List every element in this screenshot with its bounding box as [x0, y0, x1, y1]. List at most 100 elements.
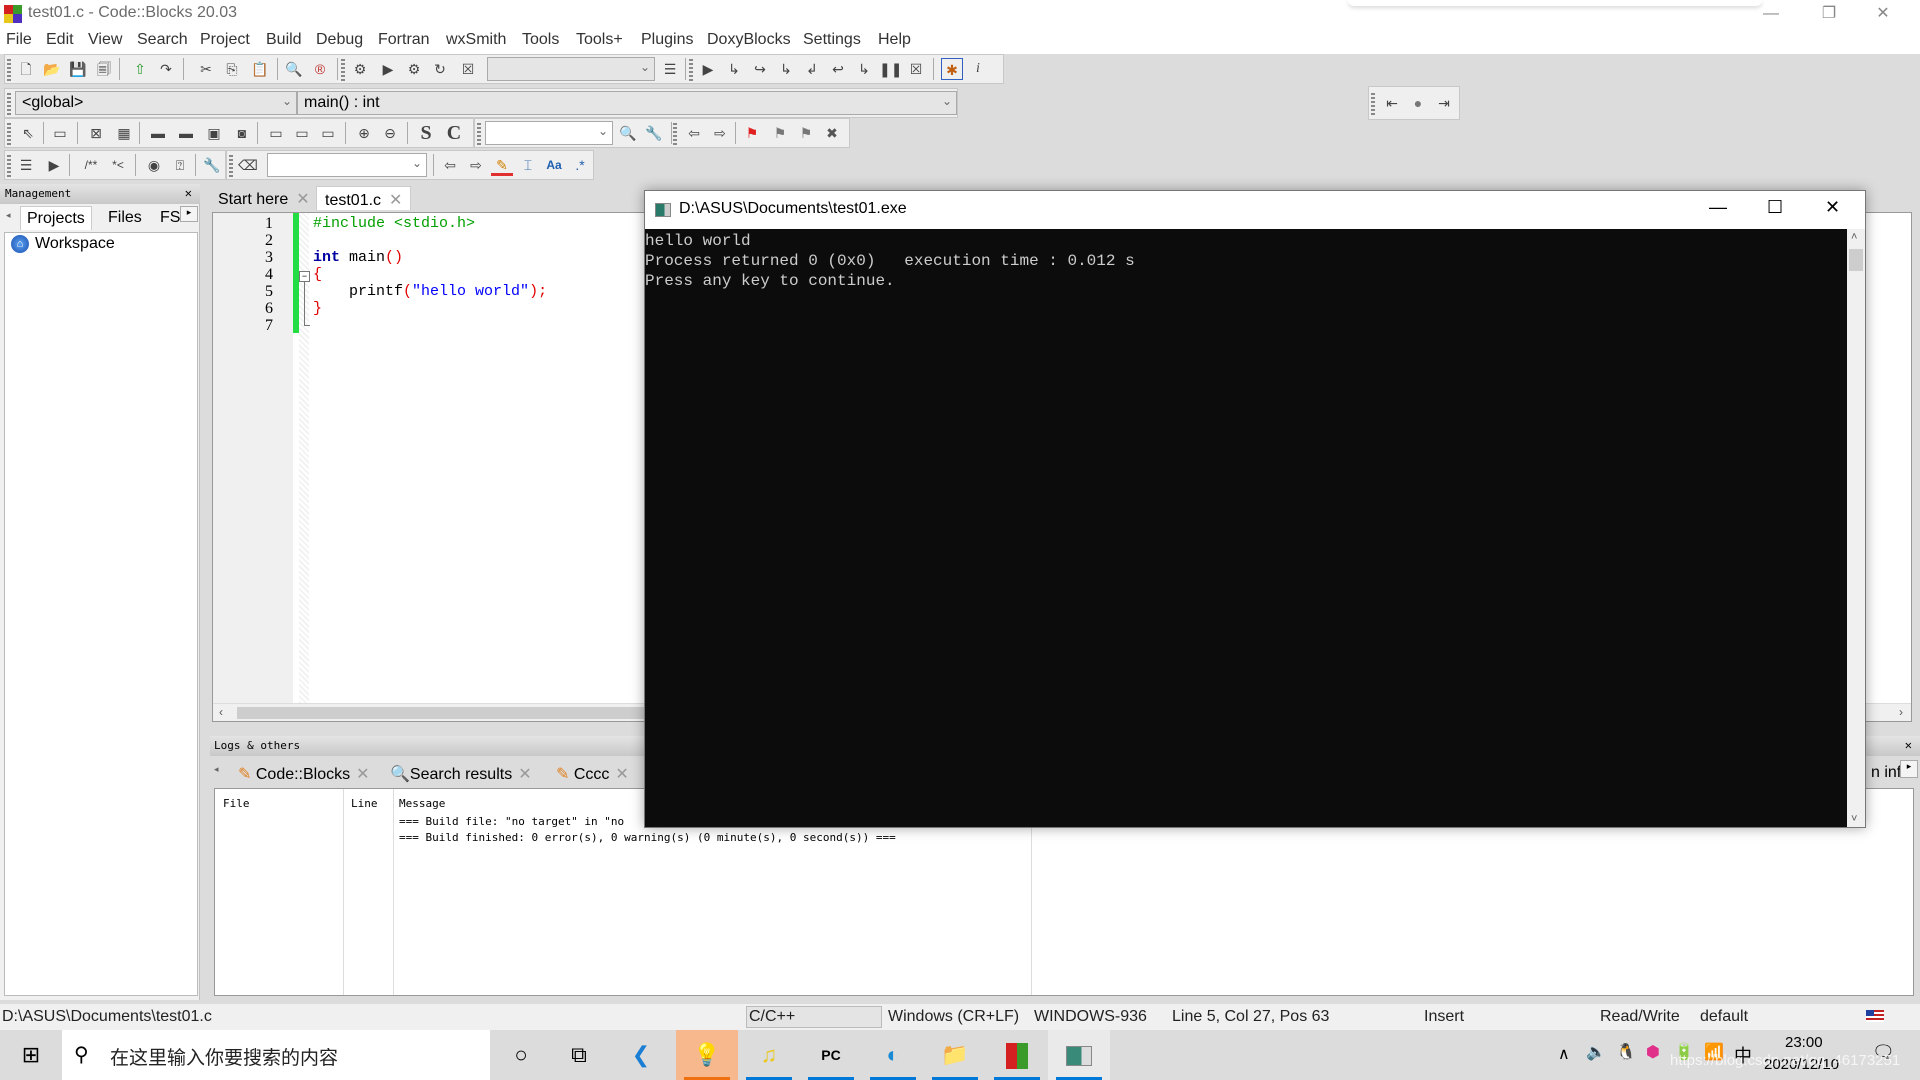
fold-collapse-icon[interactable]: − — [299, 271, 310, 282]
toolbar-grip[interactable] — [477, 123, 481, 145]
menu-file[interactable]: File — [6, 31, 32, 49]
build-gear-icon[interactable]: ⚙ — [349, 58, 371, 80]
jump-marker-icon[interactable]: ● — [1407, 92, 1429, 114]
arrow-left-icon[interactable]: ⇦ — [683, 122, 705, 144]
grid-sizer-icon[interactable]: ▦ — [113, 122, 135, 144]
target-options-icon[interactable]: ☰ — [659, 58, 681, 80]
doxywizard-icon[interactable]: ☰ — [15, 154, 37, 176]
tab-codeblocks-log[interactable]: ✎ Code::Blocks ✕ — [232, 760, 376, 786]
new-file-icon[interactable]: 🗋 — [15, 58, 37, 80]
close-tab-icon[interactable]: ✕ — [518, 766, 531, 783]
stop-debugger-icon[interactable]: ☒ — [905, 58, 927, 80]
menu-debug[interactable]: Debug — [316, 31, 363, 49]
minimize-button[interactable]: — — [1748, 0, 1794, 28]
pycharm-icon[interactable]: PC — [800, 1030, 862, 1080]
scroll-down-icon[interactable]: ˅ — [1851, 813, 1857, 825]
undo-icon[interactable]: ⇧ — [129, 58, 151, 80]
next-instruction-icon[interactable]: ↳ — [775, 58, 797, 80]
build-and-run-icon[interactable]: ⚙ — [403, 58, 425, 80]
border-left-icon[interactable]: ▭ — [291, 122, 313, 144]
config-wrench-icon[interactable]: 🔧 — [201, 154, 223, 176]
taskbar-search-box[interactable]: ⚲ 在这里输入你要搜索的内容 — [62, 1030, 490, 1080]
code-line[interactable]: #include <stdio.h> — [313, 215, 475, 232]
prev-bookmark-icon[interactable]: ⚑ — [769, 122, 791, 144]
search-next-icon[interactable]: ⇨ — [465, 154, 487, 176]
save-icon[interactable]: 💾 — [67, 58, 89, 80]
replace-icon[interactable]: ® — [309, 58, 331, 80]
menu-tools[interactable]: Tools — [522, 31, 559, 49]
close-tab-icon[interactable]: ✕ — [356, 766, 369, 783]
vscode-icon[interactable]: ❮ — [610, 1030, 672, 1080]
edge-browser-icon[interactable]: ◐ — [862, 1030, 924, 1080]
menu-fortran[interactable]: Fortran — [378, 31, 430, 49]
pointer-icon[interactable]: ⇖ — [17, 122, 39, 144]
debugging-windows-icon[interactable]: ✱ — [941, 58, 963, 80]
incremental-search-combo[interactable]: ⌄ — [267, 153, 427, 177]
highlight-icon[interactable]: ✎ — [491, 154, 513, 176]
restore-button[interactable]: ❐ — [1806, 0, 1852, 28]
tab-scroll-right-icon[interactable]: ▸ — [180, 206, 198, 222]
toolbar-grip[interactable] — [7, 93, 11, 115]
tab-files[interactable]: Files — [102, 206, 148, 230]
border-both-icon[interactable]: ▭ — [317, 122, 339, 144]
debug-start-icon[interactable]: ▶ — [697, 58, 719, 80]
idea-bulb-icon[interactable]: 💡 — [676, 1030, 738, 1080]
next-line-icon[interactable]: ↪ — [749, 58, 771, 80]
show-code-icon[interactable]: C — [443, 122, 465, 144]
column-header-message[interactable]: Message — [399, 797, 445, 810]
close-tab-icon[interactable]: ✕ — [296, 191, 309, 208]
jump-back-icon[interactable]: ⇤ — [1381, 92, 1403, 114]
tab-start-here[interactable]: Start here ✕ — [210, 186, 318, 210]
tab-partial[interactable]: n info — [1865, 760, 1905, 786]
extract-icon[interactable]: ▶ — [43, 154, 65, 176]
tree-item-workspace[interactable]: ⌂ Workspace — [11, 235, 115, 253]
code-line[interactable]: { — [313, 266, 322, 283]
step-into-icon[interactable]: ↲ — [801, 58, 823, 80]
redo-icon[interactable]: ↷ — [155, 58, 177, 80]
find-in-files-icon[interactable]: 🔍 — [617, 122, 639, 144]
menu-tools-plus[interactable]: Tools+ — [576, 31, 623, 49]
close-tab-icon[interactable]: ✕ — [389, 192, 402, 209]
tab-scroll-left-icon[interactable]: ◂ — [6, 210, 11, 221]
align-center-icon[interactable]: ▣ — [203, 122, 225, 144]
codeblocks-taskbar-icon[interactable] — [986, 1030, 1048, 1080]
run-html-icon[interactable]: ◉ — [143, 154, 165, 176]
scroll-right-icon[interactable]: › — [1899, 705, 1903, 719]
tab-search-results[interactable]: 🔍Search results ✕ — [384, 760, 538, 786]
regex-icon[interactable]: .* — [569, 154, 591, 176]
toolbar-grip[interactable] — [1371, 93, 1375, 115]
menu-project[interactable]: Project — [200, 31, 250, 49]
close-icon[interactable]: ✕ — [1905, 738, 1912, 752]
run-chm-icon[interactable]: ⍰ — [169, 154, 191, 176]
next-bookmark-icon[interactable]: ⚑ — [795, 122, 817, 144]
console-maximize-button[interactable]: ☐ — [1767, 197, 1783, 218]
copy-icon[interactable]: ⎘ — [221, 58, 243, 80]
search-prev-icon[interactable]: ⇦ — [439, 154, 461, 176]
console-close-button[interactable]: ✕ — [1825, 197, 1840, 218]
code-line[interactable]: int main() — [313, 249, 403, 266]
jump-forward-icon[interactable]: ⇥ — [1433, 92, 1455, 114]
windows-start-icon[interactable]: ⊞ — [0, 1030, 62, 1080]
volume-icon[interactable]: 🔈 — [1586, 1042, 1606, 1062]
run-to-cursor-icon[interactable]: ↳ — [723, 58, 745, 80]
toolbar-grip[interactable] — [7, 155, 11, 177]
file-explorer-icon[interactable]: 📁 — [924, 1030, 986, 1080]
toolbar-grip[interactable] — [341, 59, 345, 81]
app-tray-icon[interactable]: ⬢ — [1646, 1042, 1660, 1062]
step-into-instruction-icon[interactable]: ↳ — [853, 58, 875, 80]
tab-test01-c[interactable]: test01.c ✕ — [316, 186, 412, 210]
zoom-in-icon[interactable]: ⊕ — [353, 122, 375, 144]
box-sizer-icon[interactable]: ⊠ — [85, 122, 107, 144]
close-icon[interactable]: ✕ — [185, 186, 192, 200]
info-icon[interactable]: i — [967, 58, 989, 80]
step-out-icon[interactable]: ↩ — [827, 58, 849, 80]
tab-cccc[interactable]: ✎ Cccc ✕ — [550, 760, 635, 786]
find-icon[interactable]: 🔍 — [283, 58, 305, 80]
scrollbar-thumb[interactable] — [1849, 249, 1863, 271]
toolbar-grip[interactable] — [229, 155, 233, 177]
pause-icon[interactable]: ❚❚ — [879, 58, 902, 80]
clock-time[interactable]: 23:00 — [1785, 1034, 1823, 1051]
menu-wxsmith[interactable]: wxSmith — [446, 31, 506, 49]
toolbar-grip[interactable] — [689, 59, 693, 81]
border-right-icon[interactable]: ▭ — [265, 122, 287, 144]
